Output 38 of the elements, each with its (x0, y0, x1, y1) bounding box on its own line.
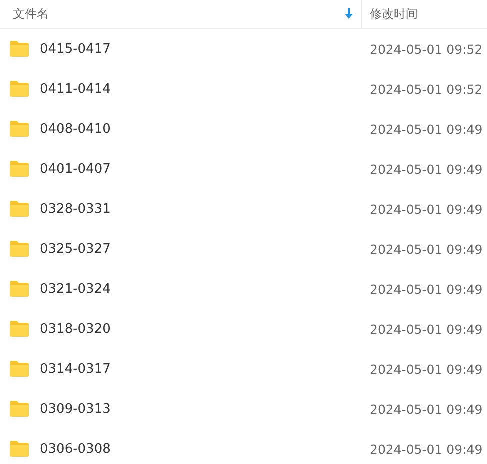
folder-name[interactable]: 0415-0417 (40, 42, 111, 56)
modified-time: 2024-05-01 09:49 (369, 402, 484, 416)
modified-time: 2024-05-01 09:49 (369, 442, 484, 456)
folder-name[interactable]: 0408-0410 (40, 122, 111, 136)
folder-name[interactable]: 0318-0320 (40, 322, 111, 336)
folder-icon (9, 280, 30, 298)
folder-name[interactable]: 0306-0308 (40, 442, 111, 456)
modified-time: 2024-05-01 09:52 (369, 82, 484, 96)
folder-icon (9, 440, 30, 458)
modified-time: 2024-05-01 09:49 (369, 122, 484, 136)
folder-icon (9, 40, 30, 58)
folder-icon (9, 360, 30, 378)
modified-time: 2024-05-01 09:49 (369, 202, 484, 216)
folder-name[interactable]: 0401-0407 (40, 162, 111, 176)
modified-time: 2024-05-01 09:49 (369, 322, 484, 336)
column-header-label: 修改时间 (370, 6, 419, 22)
folder-name[interactable]: 0309-0313 (40, 402, 111, 416)
column-header[interactable]: 文件名 (0, 0, 362, 28)
modified-time: 2024-05-01 09:49 (369, 242, 484, 256)
folder-name[interactable]: 0325-0327 (40, 242, 111, 256)
folder-icon (9, 400, 30, 418)
folder-name[interactable]: 0321-0324 (40, 282, 111, 296)
folder-icon (9, 160, 30, 178)
folder-icon (9, 120, 30, 138)
modified-time: 2024-05-01 09:49 (369, 362, 484, 376)
column-header[interactable]: 修改时间 (362, 0, 487, 28)
folder-icon (9, 240, 30, 258)
folder-icon (9, 200, 30, 218)
modified-time: 2024-05-01 09:52 (369, 42, 484, 56)
folder-name[interactable]: 0314-0317 (40, 362, 111, 376)
modified-time: 2024-05-01 09:49 (369, 282, 484, 296)
sort-arrow-icon[interactable] (345, 8, 353, 20)
folder-icon (9, 80, 30, 98)
column-header-label: 文件名 (13, 6, 50, 22)
folder-name[interactable]: 0411-0414 (40, 82, 111, 96)
folder-name[interactable]: 0328-0331 (40, 202, 111, 216)
folder-icon (9, 320, 30, 338)
modified-time: 2024-05-01 09:49 (369, 162, 484, 176)
